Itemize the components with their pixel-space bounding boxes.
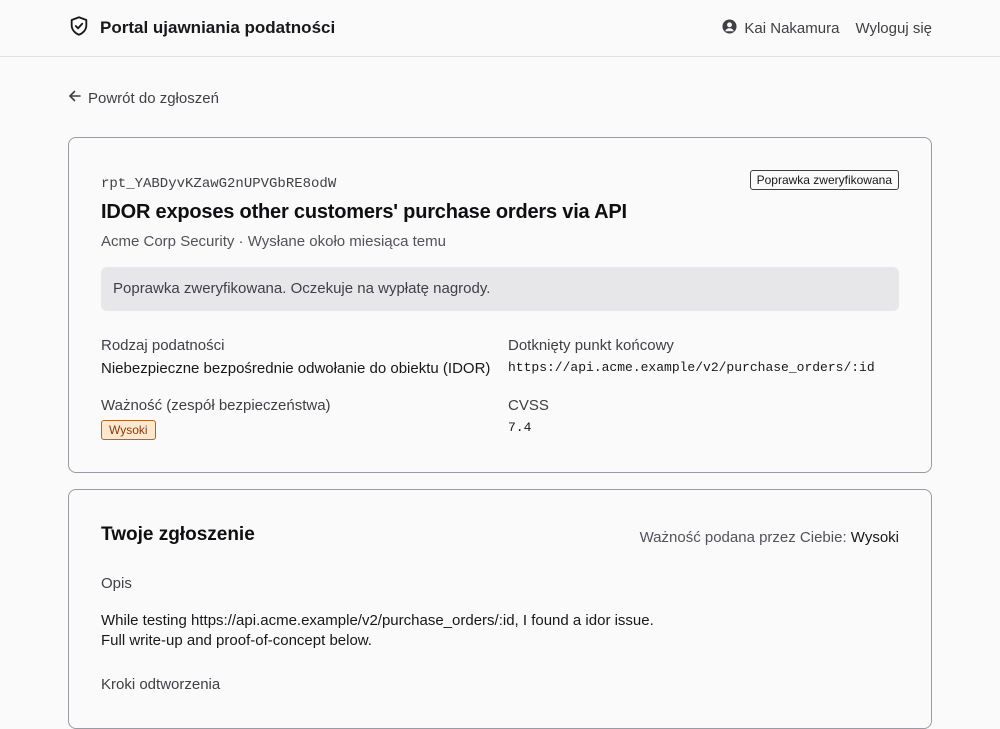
top-bar: Portal ujawniania podatności Kai Nakamur…: [0, 0, 1000, 57]
vuln-type-field: Rodzaj podatności Niebezpieczne bezpośre…: [101, 337, 490, 377]
description-line: Full write-up and proof-of-concept below…: [101, 632, 372, 649]
severity-field: Ważność (zespół bezpieczeństwa) Wysoki: [101, 397, 331, 440]
steps-label: Kroki odtworzenia: [101, 676, 221, 693]
endpoint-field: Dotknięty punkt końcowy https://api.acme…: [508, 337, 875, 375]
endpoint-value: https://api.acme.example/v2/purchase_ord…: [508, 360, 875, 375]
reported-severity-label: Ważność podana przez Ciebie:: [639, 529, 847, 546]
user-circle-icon: [722, 18, 737, 38]
submission-card: Twoje zgłoszenie Ważność podana przez Ci…: [68, 489, 932, 729]
endpoint-label: Dotknięty punkt końcowy: [508, 337, 674, 354]
status-badge: Poprawka zweryfikowana: [749, 170, 899, 190]
app-title: Portal ujawniania podatności: [100, 18, 336, 37]
severity-badge: Wysoki: [101, 420, 156, 440]
severity-label: Ważność (zespół bezpieczeństwa): [101, 397, 331, 414]
reported-severity: Ważność podana przez Ciebie: Wysoki: [640, 529, 899, 546]
back-link[interactable]: Powrót do zgłoszeń: [68, 89, 219, 107]
arrow-left-icon: [68, 89, 82, 107]
description-text: While testing https://api.acme.example/v…: [101, 611, 654, 651]
brand[interactable]: Portal ujawniania podatności: [68, 15, 335, 42]
description-line: While testing https://api.acme.example/v…: [101, 612, 654, 629]
shield-check-icon: [68, 15, 90, 42]
user-name: Kai Nakamura: [744, 19, 840, 37]
description-label: Opis: [101, 575, 132, 592]
cvss-label: CVSS: [508, 397, 549, 414]
submission-heading: Twoje zgłoszenie: [101, 524, 255, 545]
report-subtitle: Acme Corp Security · Wysłane około miesi…: [101, 233, 446, 250]
back-link-label: Powrót do zgłoszeń: [88, 89, 219, 107]
report-id: rpt_YABDyvKZawG2nUPVGbRE8odW: [101, 176, 337, 192]
vuln-type-label: Rodzaj podatności: [101, 337, 225, 354]
logout-button[interactable]: Wyloguj się: [855, 20, 932, 37]
status-notice: Poprawka zweryfikowana. Oczekuje na wypł…: [101, 267, 899, 311]
report-summary-card: rpt_YABDyvKZawG2nUPVGbRE8odW Poprawka zw…: [68, 137, 932, 473]
reported-severity-value: Wysoki: [850, 529, 899, 546]
cvss-field: CVSS 7.4: [508, 397, 549, 435]
cvss-value: 7.4: [508, 420, 532, 435]
report-title: IDOR exposes other customers' purchase o…: [101, 201, 627, 223]
vuln-type-value: Niebezpieczne bezpośrednie odwołanie do …: [101, 360, 491, 377]
user-menu[interactable]: Kai Nakamura: [722, 18, 840, 38]
